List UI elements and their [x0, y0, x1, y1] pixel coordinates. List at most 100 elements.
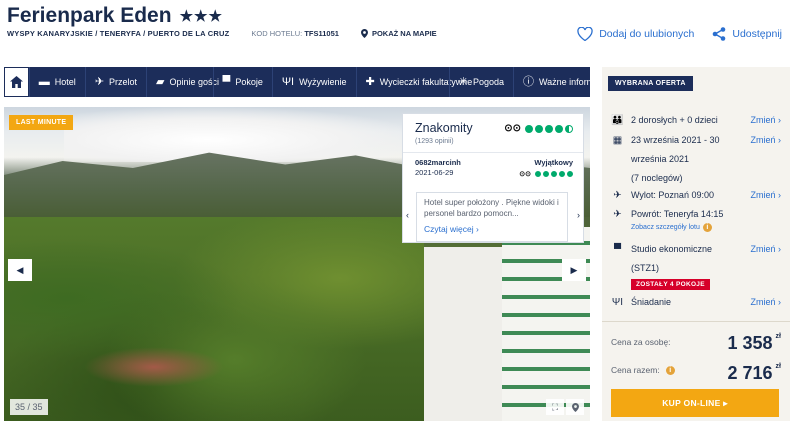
info-icon[interactable]: i — [665, 365, 675, 375]
price-per-person: 1 358 zł — [728, 333, 782, 354]
rating-dot — [551, 171, 557, 177]
hotel-tab-nav: ▬ Hotel ✈ Przelot ▰ Opinie gości ▀ Pokoje ΨΙ… — [4, 67, 611, 97]
hotel-title: Ferienpark Eden ★★★ — [7, 4, 223, 28]
cutlery-icon: ΨΙ — [611, 297, 624, 308]
change-label: Zmień — [750, 297, 776, 307]
offer-guests: 2 dorosłych + 0 dzieci — [631, 115, 718, 125]
share-button[interactable]: Udostępnij — [712, 27, 782, 41]
tab-hotel[interactable]: ▬ Hotel — [28, 67, 85, 97]
tripadvisor-rating: ⊙⊙ — [504, 123, 573, 134]
show-map-label: POKAŻ NA MAPIE — [371, 29, 437, 38]
tab-rooms[interactable]: ▀ Pokoje — [212, 67, 272, 97]
rating-dot — [525, 124, 533, 133]
bed-icon: ▀ — [222, 75, 231, 88]
gallery-next-button[interactable]: ▶ — [562, 259, 586, 281]
tab-rooms-label: Pokoje — [235, 76, 263, 87]
plane-icon: ✈ — [94, 75, 105, 88]
tab-flight-label: Przelot — [109, 76, 138, 87]
review-next-button[interactable]: › — [577, 210, 580, 220]
share-icon — [713, 27, 726, 41]
cutlery-icon: ΨΙ — [281, 75, 295, 88]
change-label: Zmień — [750, 135, 776, 145]
change-dates-link[interactable]: Zmień › — [750, 131, 781, 150]
hotel-stars: ★★★ — [179, 8, 223, 25]
rating-dot-half — [565, 124, 573, 133]
flight-details-link[interactable]: Zobacz szczegóły lotu i — [631, 223, 712, 232]
selected-offer-heading: WYBRANA OFERTA — [608, 76, 693, 91]
rating-dot — [543, 171, 549, 177]
sun-icon: ✳ — [458, 75, 468, 88]
hotel-code: KOD HOTELU: TFS11051 — [251, 29, 339, 38]
price-total-label-text: Cena razem: — [611, 365, 660, 375]
offer-departure: Wylot: Poznań 09:00 — [631, 190, 714, 200]
tab-excursions-label: Wycieczki fakultatywne — [379, 76, 473, 87]
heart-icon — [577, 27, 593, 41]
offer-dates-line1: 23 września 2021 - 30 — [631, 135, 720, 145]
rating-dot — [559, 171, 565, 177]
review-date: 2021-06-29 — [415, 168, 454, 177]
tab-excursions[interactable]: ✚ Wycieczki fakultatywne — [355, 67, 473, 97]
photo-path — [84, 347, 224, 387]
rating-word: Znakomity — [415, 121, 473, 135]
change-label: Zmień — [750, 190, 776, 200]
home-icon — [9, 76, 23, 88]
change-room-link[interactable]: Zmień › — [750, 240, 781, 259]
review-prev-button[interactable]: ‹ — [406, 210, 409, 220]
gallery-counter: 35 / 35 — [10, 399, 48, 415]
chevron-right-icon: ▶ — [570, 264, 578, 275]
photo-clouds — [64, 107, 424, 162]
signpost-icon: ✚ — [365, 75, 375, 88]
review-card: Znakomity (1293 opinii) ⊙⊙ 0682marcinh W… — [402, 113, 584, 243]
offer-room-code: (STZ1) — [631, 263, 659, 273]
change-guests-link[interactable]: Zmień › — [750, 111, 781, 130]
read-more-label: Czytaj więcej — [424, 224, 474, 234]
opinions-count: (1293 opinii) — [415, 138, 454, 145]
review-text: Hotel super położony . Piękne widoki i p… — [424, 198, 559, 218]
fullscreen-button[interactable]: ⛶ — [546, 399, 564, 415]
tab-board[interactable]: ΨΙ Wyżywienie — [271, 67, 356, 97]
change-board-link[interactable]: Zmień › — [750, 293, 781, 312]
rating-dot — [535, 124, 543, 133]
offer-return: Powrót: Teneryfa 14:15 — [631, 209, 724, 219]
gallery-prev-button[interactable]: ◀ — [8, 259, 32, 281]
photo-building-left — [424, 247, 504, 421]
tab-home[interactable] — [4, 67, 29, 97]
tab-weather[interactable]: ✳ Pogoda — [448, 67, 513, 97]
buy-online-button[interactable]: KUP ON-LINE ▸ — [611, 389, 779, 417]
hotel-subheader: WYSPY KANARYJSKIE / TENERYFA / PUERTO DE… — [7, 29, 437, 38]
calendar-icon: ▦ — [612, 135, 623, 146]
departure-plane-icon: ✈ — [613, 190, 622, 201]
offer-dates: 23 września 2021 - 30 września 2021 (7 n… — [631, 131, 741, 188]
photo-building-right — [502, 227, 590, 421]
price-divider — [602, 321, 790, 322]
tab-board-label: Wyżywienie — [299, 76, 347, 87]
tab-reviews[interactable]: ▰ Opinie gości — [146, 67, 219, 97]
last-minute-badge: LAST MINUTE — [9, 115, 74, 130]
rating-dot — [545, 124, 553, 133]
offer-dates-line2: września 2021 — [631, 154, 690, 164]
change-flight-link[interactable]: Zmień › — [750, 186, 781, 205]
hotel-icon: ▬ — [38, 75, 50, 88]
share-label: Udostępnij — [732, 28, 782, 40]
add-to-favorites-button[interactable]: Dodaj do ulubionych — [577, 27, 694, 41]
bed-icon: ▀ — [613, 244, 622, 255]
rating-dot — [567, 171, 573, 177]
favorites-label: Dodaj do ulubionych — [599, 28, 695, 40]
tab-flight[interactable]: ✈ Przelot — [84, 67, 146, 97]
tab-important-info[interactable]: ⓘ Ważne informacje — [513, 67, 611, 97]
gallery-controls: ⛶ — [546, 399, 584, 415]
breadcrumb-location[interactable]: WYSPY KANARYJSKIE / TENERYFA / PUERTO DE… — [7, 29, 229, 38]
change-label: Zmień — [750, 244, 776, 254]
map-pin-icon — [360, 29, 368, 38]
info-icon: ⓘ — [523, 75, 534, 88]
reviewer-name: 0682marcinh — [415, 158, 461, 167]
gallery-map-button[interactable] — [566, 399, 584, 415]
rating-dot — [535, 171, 541, 177]
rooms-left-badge: ZOSTAŁY 4 POKOJE — [631, 279, 710, 290]
read-more-link[interactable]: Czytaj więcej › — [424, 224, 560, 235]
reviewer-rating: ⊙⊙ — [519, 170, 573, 178]
tab-weather-label: Pogoda — [472, 76, 504, 87]
show-map-link[interactable]: POKAŻ NA MAPIE — [360, 29, 437, 38]
tab-hotel-label: Hotel — [54, 76, 76, 87]
price-total: 2 716 zł — [728, 363, 782, 384]
